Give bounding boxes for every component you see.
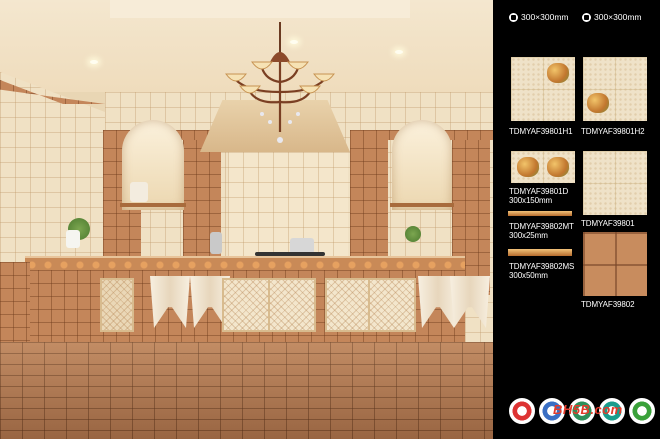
product-code: TDMYAF39801H2 <box>581 127 645 136</box>
product-code: TDMYAF39801H1 <box>509 127 573 136</box>
wall-tile-icon <box>509 12 518 22</box>
cabinet-door <box>100 278 134 332</box>
potted-plant <box>405 226 421 242</box>
wall-tile-size: 300×300mm <box>521 12 569 22</box>
fruit-motif <box>587 93 609 113</box>
wall-niche <box>392 120 452 210</box>
tile-sample-ms[interactable] <box>508 249 572 256</box>
downlight <box>90 60 98 64</box>
kettle <box>210 232 222 254</box>
ceiling-beam <box>110 0 410 18</box>
tile-sample-mt[interactable] <box>508 211 572 216</box>
tile-sample-h1[interactable] <box>511 57 575 121</box>
product-code: TDMYAF39802MS <box>509 262 575 271</box>
cert-logo-icon <box>509 398 535 424</box>
product-size: 300x25mm <box>509 231 548 240</box>
fruit-motif <box>547 157 569 177</box>
lattice-cabinet-door <box>325 278 373 332</box>
tile-sample-39801[interactable] <box>583 151 647 215</box>
product-size: 300x50mm <box>509 271 548 280</box>
shelf-jar <box>130 182 148 202</box>
fruit-motif <box>547 63 569 83</box>
product-code: TDMYAF39801D <box>509 187 569 196</box>
downlight <box>395 50 403 54</box>
floor-tile-size: 300×300mm <box>594 12 642 22</box>
product-code: TDMYAF39802MT <box>509 222 574 231</box>
watermark: BH5B.com <box>553 402 623 417</box>
floor-tile-spec: 300×300mm <box>582 12 642 22</box>
cert-logo-icon <box>629 398 655 424</box>
product-size: 300x150mm <box>509 196 553 205</box>
tile-sample-d[interactable] <box>511 151 575 183</box>
niche-shelf <box>120 203 186 207</box>
kitchen-render <box>0 0 493 439</box>
lattice-cabinet-door <box>222 278 270 332</box>
product-code: TDMYAF39802 <box>581 300 635 309</box>
product-code: TDMYAF39801 <box>581 219 635 228</box>
product-panel: 300×300mm 300×300mm TDMYAF39801H1 TDMYAF… <box>493 0 660 439</box>
lattice-cabinet-door <box>368 278 416 332</box>
fruit-motif <box>517 157 539 177</box>
stove-backsplash <box>228 152 348 257</box>
counter-side <box>0 262 30 342</box>
vase <box>66 230 80 248</box>
tile-sample-39802[interactable] <box>583 232 647 296</box>
niche-shelf <box>390 203 454 207</box>
floor-tile-icon <box>582 12 591 22</box>
floor-shading <box>0 342 493 439</box>
wall-tile-spec: 300×300mm <box>509 12 569 22</box>
lattice-cabinet-door <box>268 278 316 332</box>
chandelier-icon <box>225 22 335 143</box>
tile-sample-h2[interactable] <box>583 57 647 121</box>
